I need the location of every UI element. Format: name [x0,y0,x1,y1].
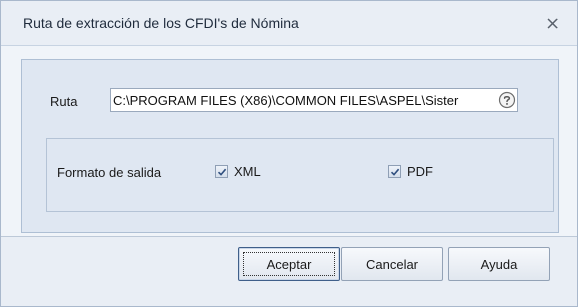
accept-button-label: Aceptar [266,256,312,272]
route-label: Ruta [50,94,78,109]
title-bar: Ruta de extracción de los CFDI's de Nómi… [1,1,577,46]
checkmark-icon [217,168,227,176]
xml-checkbox[interactable]: XML [215,164,261,179]
xml-checkbox-label: XML [234,164,261,179]
checkmark-icon [390,168,400,176]
dialog-window: Ruta de extracción de los CFDI's de Nómi… [0,0,578,307]
xml-checkbox-box[interactable] [215,165,228,178]
button-bar: Aceptar Cancelar Ayuda [1,237,577,306]
output-format-group: Formato de salida XML PDF [46,138,554,212]
cancel-button[interactable]: Cancelar [341,247,443,281]
help-button[interactable] [498,91,516,109]
output-format-label: Formato de salida [57,165,162,180]
help-dialog-button-label: Ayuda [480,256,518,272]
close-icon [547,18,558,29]
close-button[interactable] [546,17,559,30]
content-panel: Ruta C:\PROGRAM FILES (X86)\COMMON FILES… [21,59,559,233]
window-title: Ruta de extracción de los CFDI's de Nómi… [23,15,299,31]
help-icon [498,91,516,109]
pdf-checkbox-label: PDF [407,164,433,179]
pdf-checkbox[interactable]: PDF [388,164,433,179]
accept-button[interactable]: Aceptar [238,247,340,281]
pdf-checkbox-box[interactable] [388,165,401,178]
cancel-button-label: Cancelar [365,256,419,272]
route-input[interactable]: C:\PROGRAM FILES (X86)\COMMON FILES\ASPE… [110,88,518,112]
help-dialog-button[interactable]: Ayuda [448,247,550,281]
